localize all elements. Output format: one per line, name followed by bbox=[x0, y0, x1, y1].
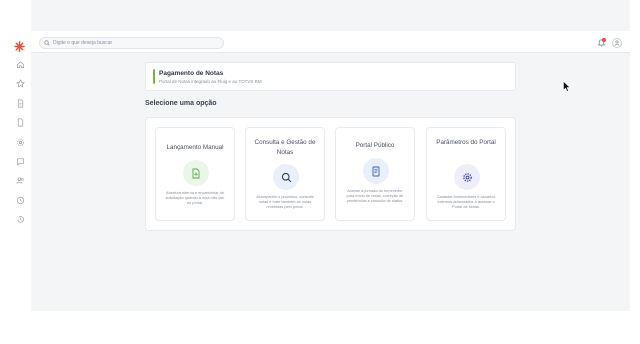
header-accent-bar bbox=[153, 69, 155, 84]
settings-icon[interactable] bbox=[14, 136, 26, 148]
star-icon[interactable] bbox=[14, 77, 26, 89]
option-title: Portal Público bbox=[355, 142, 395, 149]
search-box[interactable] bbox=[39, 37, 224, 49]
option-description: Abertura interna e encaminhar de solicit… bbox=[165, 190, 225, 205]
document-icon[interactable] bbox=[14, 97, 26, 109]
page-header-card: Pagamento de Notas Portal de Notas integ… bbox=[145, 62, 516, 91]
option-title: Lançamento Manual bbox=[166, 144, 224, 151]
page-title: Pagamento de Notas bbox=[159, 70, 224, 77]
sidebar bbox=[0, 0, 31, 311]
option-icon-circle bbox=[363, 158, 389, 184]
mouse-cursor-icon bbox=[563, 81, 571, 92]
option-description: Acompanhe o processo, consulte notas e t… bbox=[256, 194, 314, 209]
asterisk-logo-icon bbox=[14, 41, 25, 52]
search-icon bbox=[44, 40, 50, 46]
gear-icon bbox=[462, 172, 472, 182]
users-icon[interactable] bbox=[14, 174, 26, 186]
history-icon[interactable] bbox=[14, 213, 26, 225]
receipt-icon bbox=[372, 166, 380, 176]
file-icon[interactable] bbox=[14, 116, 26, 128]
option-card-parametros-portal[interactable]: Parâmetros do Portal Cadastre fornecedor… bbox=[426, 127, 506, 221]
option-description: Acesse a jornada do fornecedor para envi… bbox=[346, 188, 404, 203]
notification-badge bbox=[602, 38, 606, 42]
file-plus-icon bbox=[192, 168, 200, 178]
home-icon[interactable] bbox=[14, 58, 26, 70]
option-title: Consulta e Gestão de Notas bbox=[254, 139, 316, 156]
clock-icon[interactable] bbox=[14, 194, 26, 206]
user-icon bbox=[614, 40, 620, 46]
option-card-consulta-gestao[interactable]: Consulta e Gestão de Notas Acompanhe o p… bbox=[245, 127, 325, 221]
section-title: Selecione uma opção bbox=[145, 100, 217, 107]
page-subtitle: Portal de Notas integrado ao Fluig e ao … bbox=[159, 79, 262, 84]
chat-icon[interactable] bbox=[14, 155, 26, 167]
brand-logo[interactable] bbox=[13, 40, 26, 53]
search-input[interactable] bbox=[53, 40, 223, 46]
user-avatar[interactable] bbox=[612, 38, 622, 48]
option-card-lancamento-manual[interactable]: Lançamento Manual Abertura interna e enc… bbox=[155, 127, 235, 221]
search-icon bbox=[281, 172, 291, 182]
option-description: Cadastre fornecedores e usuários externo… bbox=[436, 194, 496, 209]
option-card-portal-publico[interactable]: Portal Público Acesse a jornada do forne… bbox=[335, 127, 415, 221]
option-icon-circle bbox=[183, 160, 209, 186]
option-title: Parâmetros do Portal bbox=[436, 139, 496, 146]
option-icon-circle bbox=[273, 164, 299, 190]
option-icon-circle bbox=[454, 164, 480, 190]
